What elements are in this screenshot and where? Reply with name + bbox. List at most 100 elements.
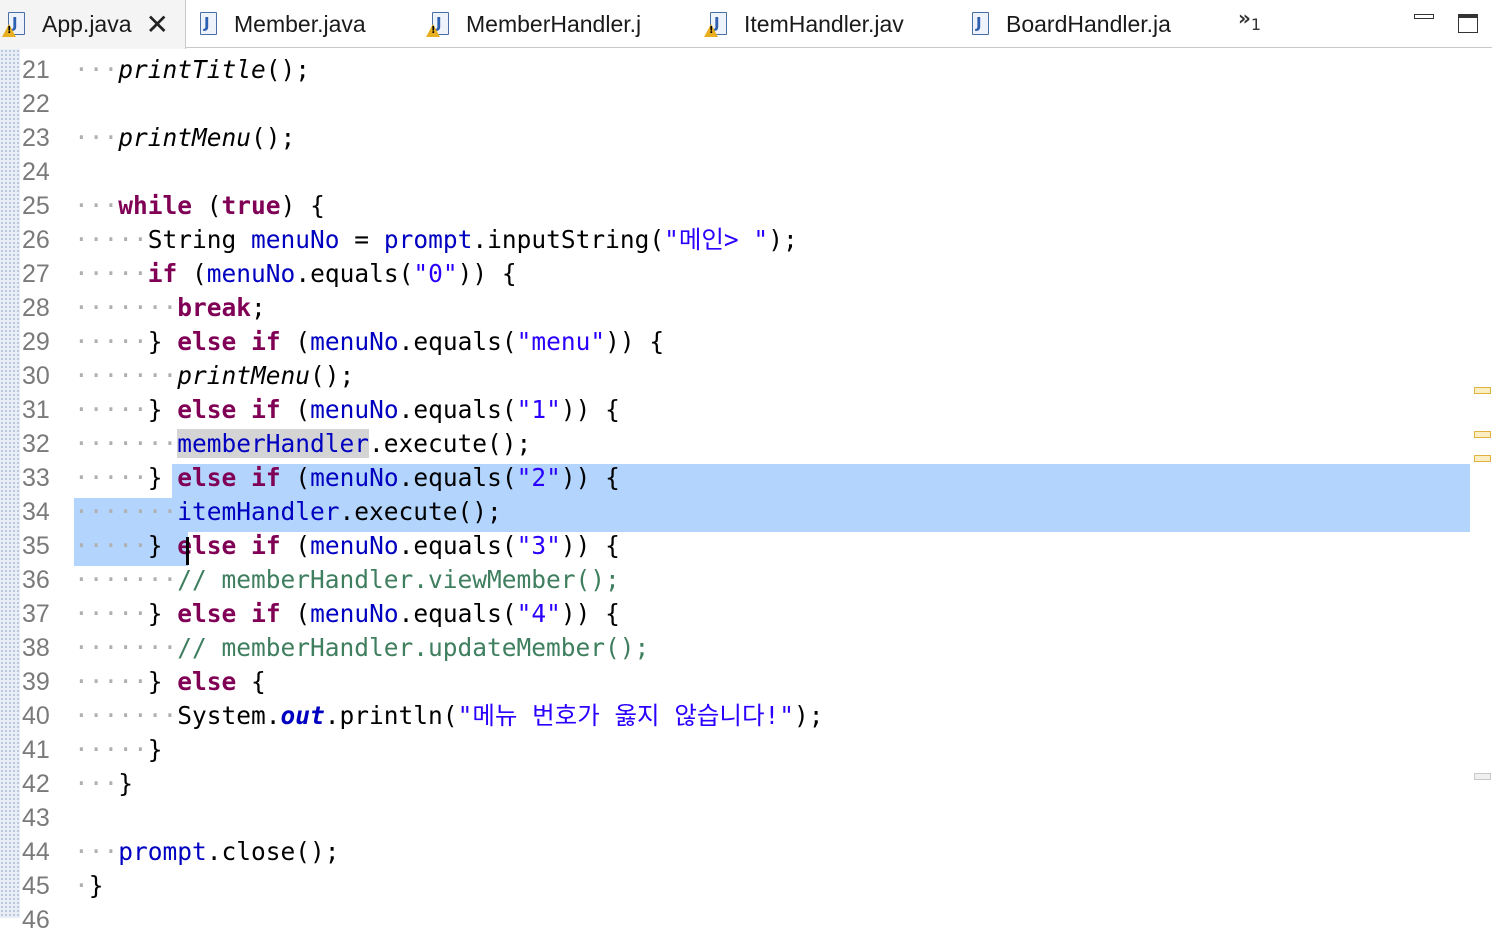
code-line[interactable]: 39 ·····} else { <box>0 665 1492 699</box>
maximize-icon[interactable] <box>1458 14 1478 33</box>
code-line[interactable]: 32 ·······memberHandler.execute(); <box>0 427 1492 461</box>
tab-board-handler[interactable]: J BoardHandler.ja <box>970 0 1171 48</box>
code-line[interactable]: 26 ·····String menuNo = prompt.inputStrin… <box>0 223 1492 257</box>
code-line[interactable]: 29 ·····} else if (menuNo.equals("menu"))… <box>0 325 1492 359</box>
code-token: )) { <box>560 395 620 424</box>
overview-ruler-marker[interactable] <box>1474 455 1491 462</box>
code-token: } <box>147 735 163 764</box>
code-line[interactable]: 28 ·······break; <box>0 291 1492 325</box>
code-token: "4" <box>516 599 561 628</box>
code-text: ·····if (menuNo.equals("0")) { <box>74 259 517 288</box>
text-cursor <box>186 537 189 565</box>
overview-ruler-marker[interactable] <box>1474 387 1491 394</box>
code-line[interactable]: 41 ·····} <box>0 733 1492 767</box>
line-number: 21 <box>22 56 50 84</box>
line-number: 32 <box>22 430 50 458</box>
code-token: (); <box>265 55 311 84</box>
tab-member-handler[interactable]: J MemberHandler.j <box>426 0 641 48</box>
code-line[interactable]: 25 ···while (true) { <box>0 189 1492 223</box>
overview-ruler-marker[interactable] <box>1474 773 1491 780</box>
code-text: ·····} else if (menuNo.equals("menu")) { <box>74 327 665 356</box>
code-token: .close(); <box>206 837 340 866</box>
code-line[interactable]: 38 ·······// memberHandler.updateMember()… <box>0 631 1492 665</box>
code-token: printMenu <box>177 361 311 390</box>
code-token: "1" <box>516 395 561 424</box>
line-number: 25 <box>22 192 50 220</box>
java-file-warning-icon: J <box>426 11 452 38</box>
tab-item-handler[interactable]: J ItemHandler.jav <box>704 0 904 48</box>
code-line[interactable]: 42 ···} <box>0 767 1492 801</box>
code-token: String <box>147 225 252 254</box>
code-token: "2" <box>516 463 561 492</box>
code-token: out <box>280 701 325 730</box>
code-line[interactable]: 31 ·····} else if (menuNo.equals("1")) { <box>0 393 1492 427</box>
code-token: "메인> " <box>664 225 769 254</box>
code-token: if <box>251 599 281 628</box>
line-number: 35 <box>22 532 50 560</box>
minimize-icon[interactable] <box>1414 14 1434 19</box>
code-token: } <box>118 769 134 798</box>
code-line[interactable]: 46 <box>0 903 1492 937</box>
code-token: } <box>88 871 104 900</box>
code-token: ( <box>192 191 222 220</box>
code-line[interactable]: 23 ···printMenu(); <box>0 121 1492 155</box>
code-token: true <box>221 191 281 220</box>
code-token: if <box>147 259 178 288</box>
close-icon[interactable]: ✕ <box>146 10 169 39</box>
code-line[interactable]: 36 ·······// memberHandler.viewMember(); <box>0 563 1492 597</box>
code-line[interactable]: 37 ·····} else if (menuNo.equals("4")) { <box>0 597 1492 631</box>
code-text: ·····} else if (menuNo.equals("1")) { <box>74 395 620 424</box>
code-token: } <box>147 667 178 696</box>
code-line[interactable]: 24 <box>0 155 1492 189</box>
code-line[interactable]: 35 ·····} else if (menuNo.equals("3")) { <box>0 529 1492 563</box>
code-token: = <box>339 225 384 254</box>
code-text: ···while (true) { <box>74 191 325 220</box>
tab-app-java[interactable]: J App.java ✕ <box>0 0 186 49</box>
tab-member-java[interactable]: J Member.java <box>198 0 366 48</box>
code-editor[interactable]: 21 ···printTitle(); 22 23 ···printMenu(); 24 2… <box>0 49 1492 934</box>
code-token: .equals( <box>295 259 414 288</box>
chevron-double-right-icon: » <box>1238 6 1251 30</box>
code-token: // memberHandler.updateMember(); <box>177 633 650 662</box>
code-token: } <box>147 463 178 492</box>
code-line[interactable]: 40 ·······System.out.println("메뉴 번호가 옳지 않… <box>0 699 1492 733</box>
code-token: .equals( <box>398 599 517 628</box>
code-token: } <box>147 531 178 560</box>
code-line[interactable]: 30 ·······printMenu(); <box>0 359 1492 393</box>
code-token: ( <box>280 395 311 424</box>
code-token: if <box>251 395 281 424</box>
code-token: "메뉴 번호가 옳지 않습니다!" <box>457 701 795 730</box>
code-token: { <box>236 667 266 696</box>
code-token: (); <box>310 361 355 390</box>
line-number: 37 <box>22 600 50 628</box>
line-number: 39 <box>22 668 50 696</box>
line-number: 36 <box>22 566 50 594</box>
code-token: .equals( <box>398 531 517 560</box>
code-token: )) { <box>560 463 620 492</box>
code-text: ···prompt.close(); <box>74 837 340 866</box>
code-text: ·····} else if (menuNo.equals("2")) { <box>74 463 620 492</box>
code-token: memberHandler <box>177 429 370 458</box>
code-token: ; <box>251 293 266 322</box>
code-line[interactable]: 33 ·····} else if (menuNo.equals("2")) { <box>0 461 1492 495</box>
tab-label: Member.java <box>234 10 366 37</box>
code-line[interactable]: 21 ···printTitle(); <box>0 53 1492 87</box>
code-line[interactable]: 45 ·} <box>0 869 1492 903</box>
line-number: 44 <box>22 838 50 866</box>
tab-label: App.java <box>42 11 132 37</box>
code-line[interactable]: 27 ·····if (menuNo.equals("0")) { <box>0 257 1492 291</box>
code-line[interactable]: 43 <box>0 801 1492 835</box>
code-line[interactable]: 34 ·······itemHandler.execute(); <box>0 495 1492 529</box>
line-number: 30 <box>22 362 50 390</box>
code-line[interactable]: 22 <box>0 87 1492 121</box>
code-line[interactable]: 44 ···prompt.close(); <box>0 835 1492 869</box>
line-number: 33 <box>22 464 50 492</box>
tab-overflow-button[interactable]: »1 <box>1238 6 1261 34</box>
code-token: menuNo <box>310 531 399 560</box>
code-token: } <box>147 395 178 424</box>
code-token: menuNo <box>251 225 340 254</box>
overview-ruler-marker[interactable] <box>1474 431 1491 438</box>
code-token: } <box>147 327 178 356</box>
